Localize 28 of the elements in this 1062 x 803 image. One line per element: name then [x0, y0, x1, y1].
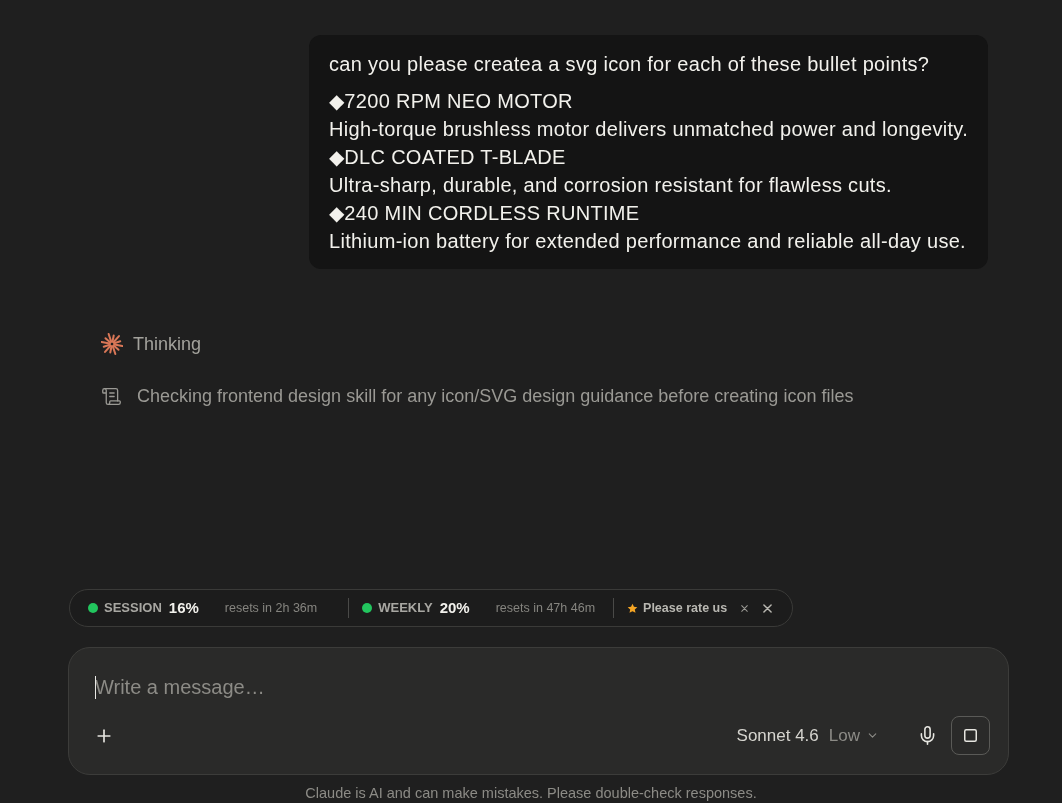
disclaimer-text: Claude is AI and can make mistakes. Please double-check responses. [305, 785, 757, 801]
starburst-icon [101, 333, 123, 355]
reset-time: resets in 47h 46m [495, 599, 596, 617]
thinking-label: Thinking [133, 333, 202, 355]
bullet-title: ◆240 MIN CORDLESS RUNTIME [329, 201, 641, 226]
scroll-icon [101, 385, 122, 407]
meter-percent: 16% [168, 597, 199, 618]
star-icon [627, 602, 639, 614]
meter-percent: 20% [439, 597, 470, 618]
rate-us-link[interactable]: Please rate us [643, 598, 728, 618]
bullet-description: High-torque brushless motor delivers unmatched power and longevity. [329, 117, 968, 142]
meter-label: SESSION [104, 599, 162, 618]
bullet-title: ◆7200 RPM NEO MOTOR [329, 89, 574, 114]
bullet-description: Lithium-ion battery for extended performance and reliable all-day use. [329, 229, 967, 254]
reset-time: resets in 2h 36m [224, 599, 318, 617]
text-cursor [95, 676, 96, 699]
meter-label: WEEKLY [378, 599, 433, 618]
close-button[interactable] [760, 601, 775, 615]
model-selector[interactable]: Sonnet 4.6 Low [730, 719, 885, 752]
activity-step-text: Checking frontend design skill for any icon/SVG design guidance before creating icon files [137, 385, 854, 407]
bullet-description: Ultra-sharp, durable, and corrosion resistant for flawless cuts. [329, 173, 893, 198]
close-icon [740, 604, 748, 612]
close-icon [762, 603, 772, 613]
message-text: can you please createa a svg icon for each of these bullet points? [329, 52, 931, 77]
stop-button[interactable] [951, 716, 990, 755]
bullet-title: ◆DLC COATED T-BLADE [329, 145, 567, 170]
message-input[interactable]: Write a message… [95, 675, 990, 699]
stop-square-icon [964, 729, 977, 742]
